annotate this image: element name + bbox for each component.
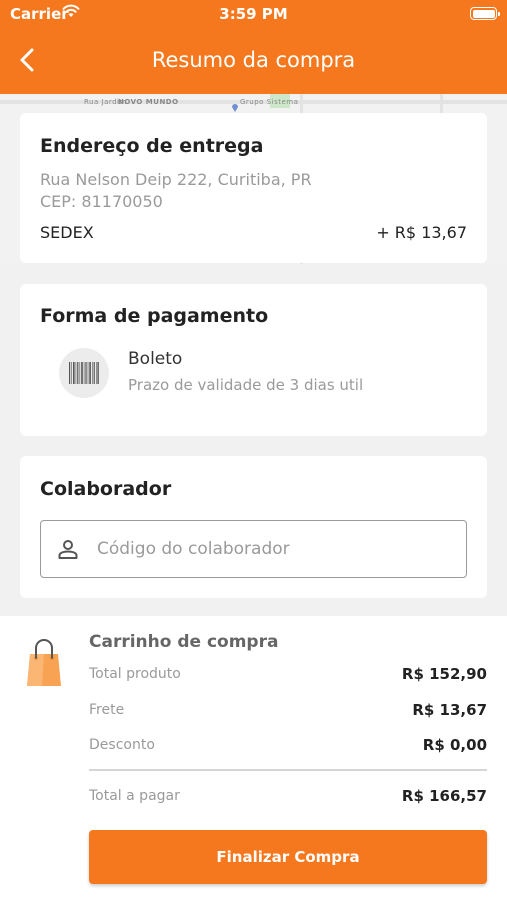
status-time: 3:59 PM bbox=[219, 5, 288, 23]
shopping-bag-icon bbox=[26, 638, 62, 692]
person-icon bbox=[57, 538, 79, 564]
page-title: Resumo da compra bbox=[151, 48, 356, 72]
cart-summary-panel: Carrinho de compra Total produto R$ 152,… bbox=[0, 616, 507, 900]
payment-method: Boleto bbox=[128, 349, 183, 369]
payment-description: Prazo de validade de 3 dias util bbox=[128, 376, 364, 394]
collaborator-input[interactable] bbox=[97, 533, 457, 565]
header: Carrier 3:59 PM Resumo da compra bbox=[0, 0, 507, 94]
total-to-pay-label: Total a pagar bbox=[89, 788, 180, 804]
collaborator-field[interactable] bbox=[40, 520, 467, 578]
shipping-method: SEDEX bbox=[40, 223, 94, 242]
address-card[interactable]: Endereço de entrega Rua Nelson Deip 222,… bbox=[20, 113, 487, 263]
map-label: Grupo Sistema bbox=[240, 98, 299, 106]
finalize-purchase-button[interactable]: Finalizar Compra bbox=[89, 830, 487, 884]
status-bar: Carrier 3:59 PM bbox=[0, 0, 507, 28]
map-label: NOVO MUNDO bbox=[118, 98, 179, 106]
shipping-value: R$ 13,67 bbox=[412, 701, 487, 719]
barcode-icon bbox=[59, 348, 109, 398]
payment-card[interactable]: Forma de pagamento Boleto Prazo de valid… bbox=[20, 284, 487, 436]
address-street: Rua Nelson Deip 222, Curitiba, PR bbox=[40, 170, 312, 189]
navbar: Resumo da compra bbox=[0, 40, 507, 84]
cart-title: Carrinho de compra bbox=[89, 632, 279, 652]
total-product-value: R$ 152,90 bbox=[401, 665, 487, 683]
address-title: Endereço de entrega bbox=[40, 135, 264, 157]
address-cep: CEP: 81170050 bbox=[40, 192, 163, 211]
battery-icon bbox=[470, 7, 500, 20]
total-product-label: Total produto bbox=[89, 666, 181, 682]
shipping-label: Frete bbox=[89, 702, 125, 718]
total-to-pay-value: R$ 166,57 bbox=[401, 787, 487, 805]
discount-label: Desconto bbox=[89, 737, 155, 753]
divider bbox=[89, 769, 487, 771]
payment-title: Forma de pagamento bbox=[40, 305, 269, 327]
discount-value: R$ 0,00 bbox=[422, 736, 487, 754]
shipping-price: + R$ 13,67 bbox=[376, 223, 467, 242]
collaborator-title: Colaborador bbox=[40, 478, 172, 500]
collaborator-card: Colaborador bbox=[20, 456, 487, 598]
